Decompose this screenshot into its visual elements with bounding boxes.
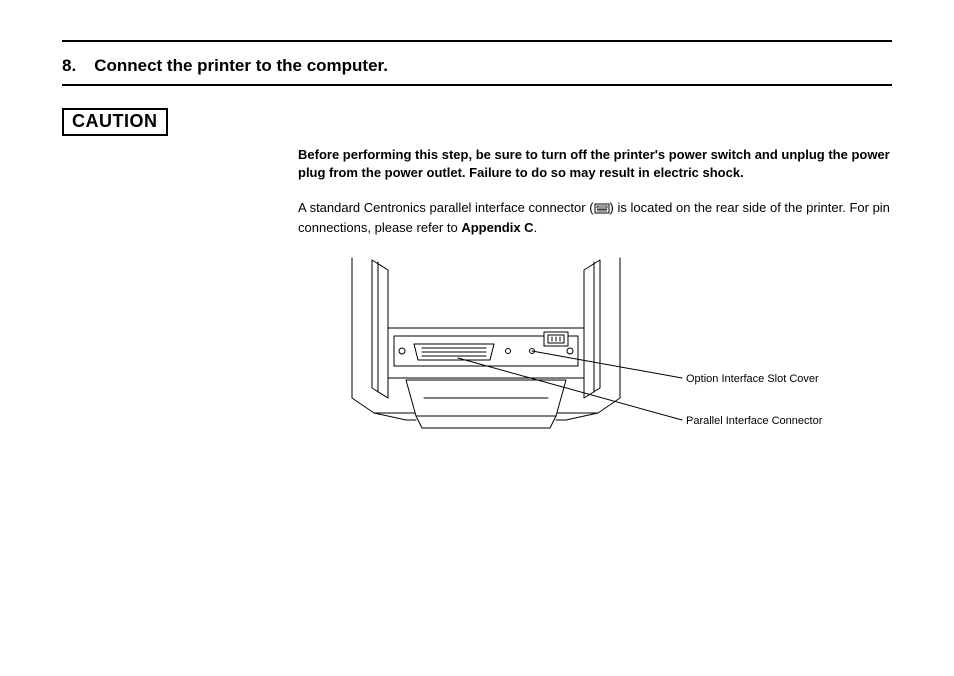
body-column: Before performing this step, be sure to …: [298, 146, 892, 468]
callout-option-slot: Option Interface Slot Cover: [686, 372, 819, 387]
heading-number: 8.: [62, 56, 76, 76]
connector-icon: [594, 201, 610, 219]
warning-text: Before performing this step, be sure to …: [298, 146, 892, 181]
appendix-ref: Appendix C: [461, 220, 533, 235]
heading-title: Connect the printer to the computer.: [94, 56, 388, 76]
paragraph-pre: A standard Centronics parallel interface…: [298, 200, 594, 215]
top-rule: [62, 40, 892, 42]
description-paragraph: A standard Centronics parallel interface…: [298, 199, 892, 236]
section-heading: 8. Connect the printer to the computer.: [62, 56, 892, 76]
caution-label: CAUTION: [62, 108, 168, 136]
heading-underline: [62, 84, 892, 86]
printer-figure: Option Interface Slot Cover Parallel Int…: [298, 248, 858, 468]
printer-diagram: [298, 248, 858, 468]
callout-parallel-connector: Parallel Interface Connector: [686, 414, 822, 429]
manual-page: 8. Connect the printer to the computer. …: [0, 0, 954, 468]
paragraph-after: .: [534, 220, 538, 235]
